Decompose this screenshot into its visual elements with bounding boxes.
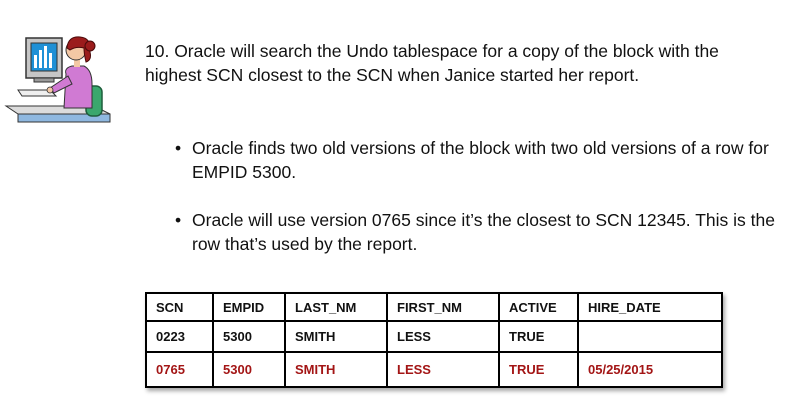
table-cell: SMITH [284, 320, 388, 353]
table-cell: 5300 [212, 320, 286, 353]
person-at-computer-icon [4, 36, 111, 123]
column-header-empid: EMPID [212, 292, 286, 322]
bullet-item: • Oracle finds two old versions of the b… [175, 136, 775, 184]
column-header-hire-date: HIRE_DATE [577, 292, 723, 322]
table-cell: LESS [386, 320, 500, 353]
table-cell: 0765 [145, 351, 214, 388]
table-header-row: SCN EMPID LAST_NM FIRST_NM ACTIVE HIRE_D… [145, 292, 723, 322]
column-header-last-nm: LAST_NM [284, 292, 388, 322]
slide-heading: 10. Oracle will search the Undo tablespa… [145, 41, 719, 85]
bullet-item: • Oracle will use version 0765 since it’… [175, 208, 775, 256]
table-cell: TRUE [498, 351, 579, 388]
table-row-highlighted: 0765 5300 SMITH LESS TRUE 05/25/2015 [145, 351, 723, 388]
table-cell: 0223 [145, 320, 214, 353]
table-cell [577, 320, 723, 353]
table-cell: 5300 [212, 351, 286, 388]
table-cell: SMITH [284, 351, 388, 388]
bullet-icon: • [175, 210, 182, 230]
bullet-icon: • [175, 138, 182, 158]
column-header-first-nm: FIRST_NM [386, 292, 500, 322]
column-header-active: ACTIVE [498, 292, 579, 322]
bullet-text: Oracle will use version 0765 since it’s … [192, 210, 775, 254]
table-cell: 05/25/2015 [577, 351, 723, 388]
bullet-text: Oracle finds two old versions of the blo… [192, 138, 769, 182]
column-header-scn: SCN [145, 292, 214, 322]
undo-versions-table: SCN EMPID LAST_NM FIRST_NM ACTIVE HIRE_D… [145, 292, 723, 388]
table-cell: LESS [386, 351, 500, 388]
table-row: 0223 5300 SMITH LESS TRUE [145, 320, 723, 353]
table-cell: TRUE [498, 320, 579, 353]
